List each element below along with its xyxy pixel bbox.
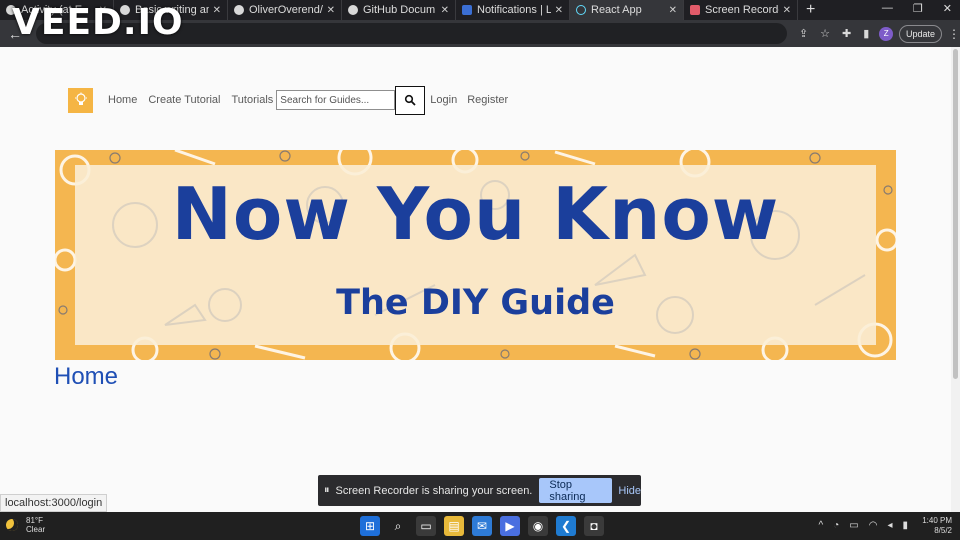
github-icon <box>234 5 244 15</box>
screen-recorder-icon[interactable]: ◘ <box>584 516 604 536</box>
nav-register-link[interactable]: Register <box>467 94 508 106</box>
extensions-icon[interactable]: ✚ <box>842 27 851 40</box>
windows-start-icon[interactable]: ⊞ <box>360 516 380 536</box>
nav-login-link[interactable]: Login <box>430 94 457 106</box>
system-tray: ^ ◔ ▭ ◠ ◂ ▮ <box>819 520 908 531</box>
screen-share-bar: ⏸ Screen Recorder is sharing your screen… <box>318 475 641 506</box>
status-bar-url: localhost:3000/login <box>0 494 108 512</box>
weather-desc: Clear <box>26 525 46 534</box>
hide-button[interactable]: Hide <box>618 485 641 497</box>
lightbulb-icon <box>74 92 87 105</box>
tab-label: Screen Recorde <box>705 4 779 16</box>
mail-icon[interactable]: ✉ <box>472 516 492 536</box>
new-tab-button[interactable]: + <box>806 1 815 19</box>
moon-icon <box>6 519 18 531</box>
github-icon <box>348 5 358 15</box>
stop-sharing-button[interactable]: Stop sharing <box>539 478 613 503</box>
page-title: Home <box>54 363 119 390</box>
search-input[interactable] <box>276 90 396 110</box>
tab-label: Notifications | L <box>477 4 551 16</box>
nav-create-tutorial-link[interactable]: Create Tutorial <box>148 94 220 106</box>
tab-label: GitHub Docum <box>363 4 436 16</box>
site-navbar: Home Create Tutorial Tutorials Login Reg… <box>68 85 508 115</box>
chevron-up-icon[interactable]: ^ <box>819 520 824 531</box>
windows-taskbar: 81°F Clear ⊞ ⌕ ▭ ▤ ✉ ▶ ◉ ❮ ◘ ^ ◔ ▭ ◠ ◂ ▮… <box>0 512 960 540</box>
zoom-icon[interactable]: ▶ <box>500 516 520 536</box>
tab-label: React App <box>591 4 642 16</box>
close-icon[interactable]: ✕ <box>669 5 677 16</box>
react-icon <box>576 5 586 15</box>
side-panel-icon[interactable]: ▮ <box>863 27 869 40</box>
keyboard-icon[interactable]: ▭ <box>849 520 858 531</box>
tab-label: OliverOverend/ <box>249 4 323 16</box>
nav-home-link[interactable]: Home <box>108 94 137 106</box>
window-controls: — ❐ ✕ <box>882 2 952 15</box>
weather-temp: 81°F <box>26 516 43 525</box>
pause-icon: ⏸ <box>324 484 330 496</box>
tab-oliveroverend[interactable]: OliverOverend/ ✕ <box>228 0 342 20</box>
lightbulb-logo-icon[interactable] <box>68 87 93 113</box>
search-icon <box>405 94 416 106</box>
taskbar-apps: ⊞ ⌕ ▭ ▤ ✉ ▶ ◉ ❮ ◘ <box>360 516 604 536</box>
share-message: Screen Recorder is sharing your screen. <box>335 484 533 497</box>
menu-icon[interactable]: ⋮ <box>948 27 960 41</box>
linkedin-icon <box>462 5 472 15</box>
tab-react-app[interactable]: React App ✕ <box>570 0 684 20</box>
close-icon[interactable]: ✕ <box>213 5 221 16</box>
profile-avatar[interactable]: Z <box>879 26 893 41</box>
task-view-icon[interactable]: ▭ <box>416 516 436 536</box>
close-window-icon[interactable]: ✕ <box>943 2 952 15</box>
veed-watermark: VEED.IO <box>12 2 184 43</box>
search-button[interactable] <box>395 85 426 115</box>
banner-subtitle: The DIY Guide <box>336 283 615 323</box>
wifi-icon[interactable]: ◠ <box>869 520 878 531</box>
close-icon[interactable]: ✕ <box>783 5 791 16</box>
tab-github-docs[interactable]: GitHub Docum ✕ <box>342 0 456 20</box>
close-icon[interactable]: ✕ <box>555 5 563 16</box>
vscode-icon[interactable]: ❮ <box>556 516 576 536</box>
volume-icon[interactable]: ◂ <box>887 520 892 531</box>
clock-time: 1:40 PM <box>922 516 952 525</box>
search-icon[interactable]: ⌕ <box>388 516 408 536</box>
scrollbar-thumb[interactable] <box>953 49 958 379</box>
hero-banner: Now You Know The DIY Guide <box>55 150 896 360</box>
close-icon[interactable]: ✕ <box>327 5 335 16</box>
minimize-icon[interactable]: — <box>882 2 893 15</box>
page-scrollbar[interactable] <box>951 47 960 512</box>
recorder-icon <box>690 5 700 15</box>
update-button[interactable]: Update <box>898 24 942 43</box>
camera-icon[interactable]: ◔ <box>833 520 839 531</box>
tab-screen-recorder[interactable]: Screen Recorde ✕ <box>684 0 798 20</box>
banner-title: Now You Know <box>171 172 780 256</box>
maximize-icon[interactable]: ❐ <box>913 2 923 15</box>
bookmark-star-icon[interactable]: ☆ <box>820 27 830 40</box>
clock-date: 8/5/2 <box>934 526 952 535</box>
weather-widget[interactable]: 81°F Clear <box>6 516 45 534</box>
tab-notifications[interactable]: Notifications | L ✕ <box>456 0 570 20</box>
page-viewport: Home Create Tutorial Tutorials Login Reg… <box>0 47 960 512</box>
battery-icon[interactable]: ▮ <box>902 520 908 531</box>
nav-tutorials-link[interactable]: Tutorials <box>232 94 274 106</box>
taskbar-clock[interactable]: 1:40 PM 8/5/2 <box>922 516 952 536</box>
file-explorer-icon[interactable]: ▤ <box>444 516 464 536</box>
share-icon[interactable]: ⇪ <box>799 27 808 40</box>
chrome-icon[interactable]: ◉ <box>528 516 548 536</box>
close-icon[interactable]: ✕ <box>441 5 449 16</box>
